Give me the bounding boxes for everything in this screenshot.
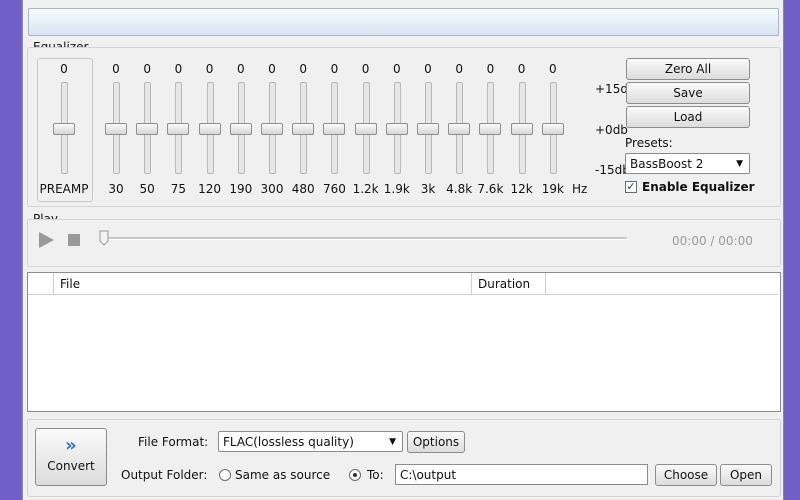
band-slider-thumb[interactable] — [354, 123, 377, 135]
preamp-label: PREAMP — [39, 182, 89, 196]
band-value: 0 — [205, 62, 214, 76]
column-header-file[interactable]: File — [54, 273, 472, 295]
to-label[interactable]: To: — [367, 468, 384, 482]
title-bar — [28, 8, 779, 36]
band-slider-thumb[interactable] — [385, 123, 408, 135]
band-value: 0 — [330, 62, 339, 76]
same-as-source-radio[interactable] — [219, 469, 231, 481]
output-folder-label: Output Folder: — [121, 468, 208, 482]
seek-thumb[interactable] — [99, 230, 109, 246]
presets-dropdown[interactable]: BassBoost 2 ▼ — [625, 153, 750, 174]
band-value: 0 — [361, 62, 370, 76]
band-slider-thumb[interactable] — [510, 123, 533, 135]
preamp-value: 0 — [60, 62, 68, 76]
presets-dropdown-value: BassBoost 2 — [630, 157, 704, 171]
band-slider-thumb[interactable] — [261, 123, 283, 135]
band-value: 0 — [424, 62, 432, 76]
band-value: 0 — [299, 62, 307, 76]
band-value: 0 — [268, 62, 276, 76]
column-header-filler — [546, 273, 778, 295]
band-slider-thumb[interactable] — [541, 123, 564, 135]
file-format-value: FLAC(lossless quality) — [223, 435, 354, 449]
band-value: 0 — [486, 62, 495, 76]
hz-label: Hz — [572, 182, 588, 196]
column-header-duration[interactable]: Duration — [472, 273, 546, 295]
play-time: 00:00 / 00:00 — [672, 234, 753, 248]
band-slider-thumb[interactable] — [323, 123, 346, 135]
band-value: 0 — [517, 62, 526, 76]
presets-label: Presets: — [625, 136, 673, 150]
band-value: 0 — [392, 62, 401, 76]
band-slider-thumb[interactable] — [105, 123, 127, 135]
band-slider-thumb[interactable] — [136, 123, 159, 135]
choose-folder-button[interactable]: Choose — [655, 464, 717, 486]
file-list[interactable]: File Duration — [27, 272, 781, 412]
band-frequency-label: 19k — [541, 182, 564, 196]
app-window: Equalizer 0 PREAMP +15db +0db -15db Hz Z… — [22, 0, 784, 500]
to-folder-radio[interactable] — [349, 469, 361, 481]
open-folder-button[interactable]: Open — [720, 464, 772, 486]
save-preset-button[interactable]: Save — [626, 82, 750, 104]
double-chevron-icon: » — [65, 435, 77, 456]
band-slider-thumb[interactable] — [167, 123, 190, 135]
chevron-down-icon: ▼ — [389, 437, 396, 447]
options-button[interactable]: Options — [407, 431, 465, 453]
preamp-slider-thumb[interactable] — [53, 123, 75, 135]
load-preset-button[interactable]: Load — [626, 106, 750, 128]
zero-all-button[interactable]: Zero All — [626, 58, 750, 80]
seek-track[interactable] — [101, 237, 627, 240]
band-value: 0 — [548, 62, 557, 76]
file-format-dropdown[interactable]: FLAC(lossless quality) ▼ — [218, 431, 403, 452]
convert-button-label: Convert — [47, 459, 95, 473]
band-value: 0 — [174, 62, 183, 76]
convert-button[interactable]: » Convert — [35, 428, 107, 486]
band-slider-thumb[interactable] — [198, 123, 221, 135]
band-value: 0 — [143, 62, 151, 76]
play-panel — [27, 219, 781, 267]
column-header-blank — [28, 273, 54, 295]
enable-equalizer-checkbox[interactable]: ✓ — [625, 181, 637, 193]
same-as-source-label[interactable]: Same as source — [235, 468, 330, 482]
band-slider-thumb[interactable] — [417, 123, 439, 135]
band-slider-thumb[interactable] — [479, 123, 502, 135]
band-value: 0 — [236, 62, 245, 76]
band-value: 0 — [455, 62, 463, 76]
band-slider-thumb[interactable] — [292, 123, 315, 135]
chevron-down-icon: ▼ — [736, 159, 743, 169]
output-path-input[interactable]: C:\output — [395, 464, 648, 485]
band-slider-thumb[interactable] — [448, 123, 471, 135]
enable-equalizer-label[interactable]: Enable Equalizer — [642, 180, 755, 194]
stop-icon[interactable] — [67, 233, 81, 247]
file-format-label: File Format: — [138, 435, 209, 449]
play-icon[interactable] — [37, 231, 55, 249]
band-slider-thumb[interactable] — [229, 123, 252, 135]
band-value: 0 — [112, 62, 120, 76]
db-mid-label: +0db — [595, 123, 628, 137]
